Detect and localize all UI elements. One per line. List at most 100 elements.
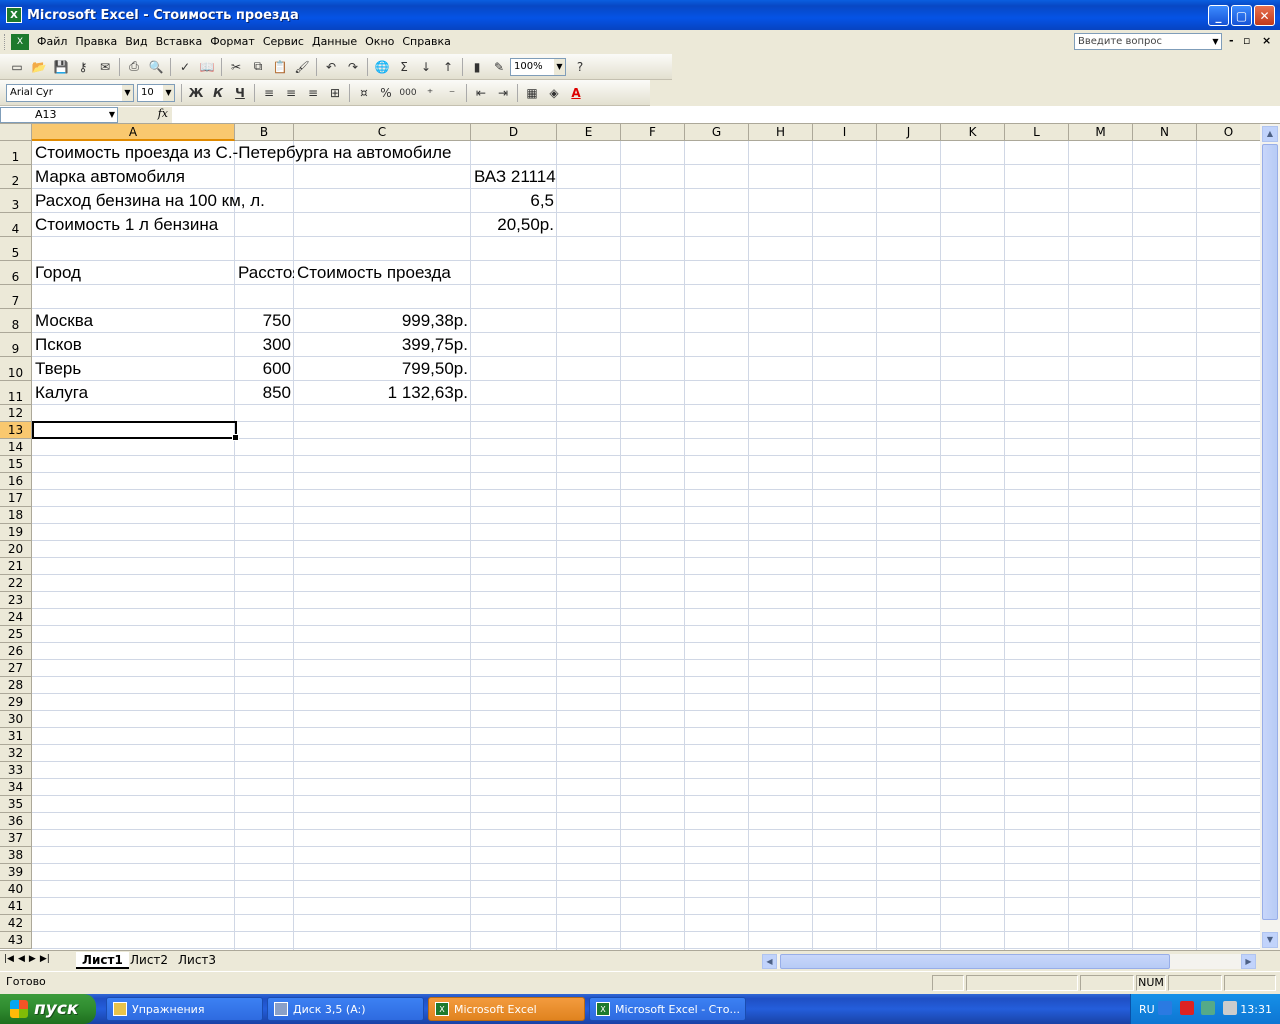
cell-c8[interactable]: 999,38р. — [294, 309, 471, 331]
cell-d3[interactable]: 6,5 — [471, 189, 557, 211]
row-header-22[interactable]: 22 — [0, 575, 32, 592]
vertical-scroll-thumb[interactable] — [1262, 144, 1278, 920]
print-icon[interactable]: ⎙ — [123, 56, 145, 78]
menu-edit[interactable]: Правка — [75, 35, 125, 48]
row-header-17[interactable]: 17 — [0, 490, 32, 507]
row-header-19[interactable]: 19 — [0, 524, 32, 541]
research-icon[interactable]: 📖 — [196, 56, 218, 78]
help-search-input[interactable]: Введите вопрос — [1074, 33, 1222, 50]
increase-indent-icon[interactable]: ⇥ — [492, 82, 514, 104]
undo-icon[interactable]: ↶ — [320, 56, 342, 78]
cut-icon[interactable]: ✂ — [225, 56, 247, 78]
cell-a3[interactable]: Расход бензина на 100 км, л. — [32, 189, 268, 211]
cell-c6[interactable]: Стоимость проезда — [294, 261, 454, 283]
font-name-select[interactable]: Arial Cyr ▼ — [6, 83, 134, 102]
row-header-30[interactable]: 30 — [0, 711, 32, 728]
row-header-8[interactable]: 8 — [0, 309, 32, 333]
tab-sheet3[interactable]: Лист3 — [172, 952, 222, 969]
tray-arrow-icon[interactable] — [1158, 1000, 1173, 1015]
row-header-16[interactable]: 16 — [0, 473, 32, 490]
taskbar-button-excel-doc[interactable]: X Microsoft Excel - Сто... — [589, 997, 746, 1021]
antivirus-icon[interactable] — [1179, 1000, 1194, 1015]
print-preview-icon[interactable]: 🔍 — [145, 56, 167, 78]
row-header-21[interactable]: 21 — [0, 558, 32, 575]
row-header-15[interactable]: 15 — [0, 456, 32, 473]
copy-icon[interactable]: ⧉ — [247, 56, 269, 78]
menu-insert[interactable]: Вставка — [156, 35, 211, 48]
row-header-6[interactable]: 6 — [0, 261, 32, 285]
italic-button[interactable]: К — [207, 82, 229, 104]
row-header-34[interactable]: 34 — [0, 779, 32, 796]
column-header-o[interactable]: O — [1197, 124, 1260, 141]
cell-b8[interactable]: 750 — [235, 309, 294, 331]
row-header-32[interactable]: 32 — [0, 745, 32, 762]
cell-a11[interactable]: Калуга — [32, 381, 91, 403]
row-header-31[interactable]: 31 — [0, 728, 32, 745]
row-header-28[interactable]: 28 — [0, 677, 32, 694]
percent-button[interactable]: % — [375, 82, 397, 104]
row-header-5[interactable]: 5 — [0, 237, 32, 261]
row-header-1[interactable]: 1 — [0, 141, 32, 165]
column-header-e[interactable]: E — [557, 124, 621, 141]
row-header-14[interactable]: 14 — [0, 439, 32, 456]
horizontal-scrollbar[interactable]: ◀ ▶ — [762, 954, 1256, 969]
select-all-corner[interactable] — [0, 124, 32, 141]
autosum-icon[interactable]: Σ — [393, 56, 415, 78]
cell-b11[interactable]: 850 — [235, 381, 294, 403]
help-dropdown-icon[interactable]: ▼ — [1210, 34, 1221, 49]
menu-help[interactable]: Справка — [402, 35, 458, 48]
doc-restore-icon[interactable]: ▫ — [1243, 34, 1250, 47]
next-sheet-icon[interactable]: ▶ — [29, 954, 36, 964]
row-header-40[interactable]: 40 — [0, 881, 32, 898]
increase-decimal-icon[interactable]: ⁺ — [419, 82, 441, 104]
column-header-j[interactable]: J — [877, 124, 941, 141]
network-icon[interactable] — [1201, 1000, 1216, 1015]
row-header-41[interactable]: 41 — [0, 898, 32, 915]
scroll-up-icon[interactable]: ▲ — [1262, 126, 1278, 142]
row-header-39[interactable]: 39 — [0, 864, 32, 881]
borders-icon[interactable]: ▦ — [521, 82, 543, 104]
column-header-b[interactable]: B — [235, 124, 294, 141]
row-header-11[interactable]: 11 — [0, 381, 32, 405]
currency-icon[interactable]: ¤ — [353, 82, 375, 104]
close-button[interactable]: ✕ — [1254, 5, 1275, 26]
menu-data[interactable]: Данные — [312, 35, 365, 48]
row-header-27[interactable]: 27 — [0, 660, 32, 677]
toolbar-grip[interactable] — [4, 33, 7, 50]
taskbar-button-drive[interactable]: Диск 3,5 (A:) — [267, 997, 424, 1021]
spelling-icon[interactable]: ✓ — [174, 56, 196, 78]
row-header-26[interactable]: 26 — [0, 643, 32, 660]
restore-button[interactable]: ▢ — [1231, 5, 1252, 26]
decrease-indent-icon[interactable]: ⇤ — [470, 82, 492, 104]
cell-b10[interactable]: 600 — [235, 357, 294, 379]
column-header-g[interactable]: G — [685, 124, 749, 141]
fx-button[interactable]: fx — [118, 106, 172, 123]
cell-d4[interactable]: 20,50р. — [471, 213, 557, 235]
cell-c10[interactable]: 799,50р. — [294, 357, 471, 379]
hyperlink-icon[interactable]: 🌐 — [371, 56, 393, 78]
row-header-20[interactable]: 20 — [0, 541, 32, 558]
row-header-12[interactable]: 12 — [0, 405, 32, 422]
vertical-scrollbar[interactable]: ▲ ▼ — [1260, 124, 1280, 950]
cell-c9[interactable]: 399,75р. — [294, 333, 471, 355]
first-sheet-icon[interactable]: |◀ — [4, 954, 14, 964]
volume-icon[interactable] — [1222, 1000, 1237, 1015]
row-header-18[interactable]: 18 — [0, 507, 32, 524]
menu-window[interactable]: Окно — [365, 35, 402, 48]
sort-asc-icon[interactable]: ↓ — [415, 56, 437, 78]
name-box[interactable]: A13 ▼ — [0, 106, 118, 123]
cell-a9[interactable]: Псков — [32, 333, 85, 355]
row-header-43[interactable]: 43 — [0, 932, 32, 949]
font-size-select[interactable]: 10 ▼ — [137, 83, 175, 102]
row-header-37[interactable]: 37 — [0, 830, 32, 847]
row-header-4[interactable]: 4 — [0, 213, 32, 237]
redo-icon[interactable]: ↷ — [342, 56, 364, 78]
column-header-d[interactable]: D — [471, 124, 557, 141]
cell-c11[interactable]: 1 132,63р. — [294, 381, 471, 403]
column-header-c[interactable]: C — [294, 124, 471, 141]
cell-a4[interactable]: Стоимость 1 л бензина — [32, 213, 221, 235]
tab-sheet2[interactable]: Лист2 — [124, 952, 174, 969]
document-icon[interactable]: X — [11, 33, 29, 50]
minimize-button[interactable]: _ — [1208, 5, 1229, 26]
doc-minimize-icon[interactable]: - — [1229, 34, 1234, 47]
